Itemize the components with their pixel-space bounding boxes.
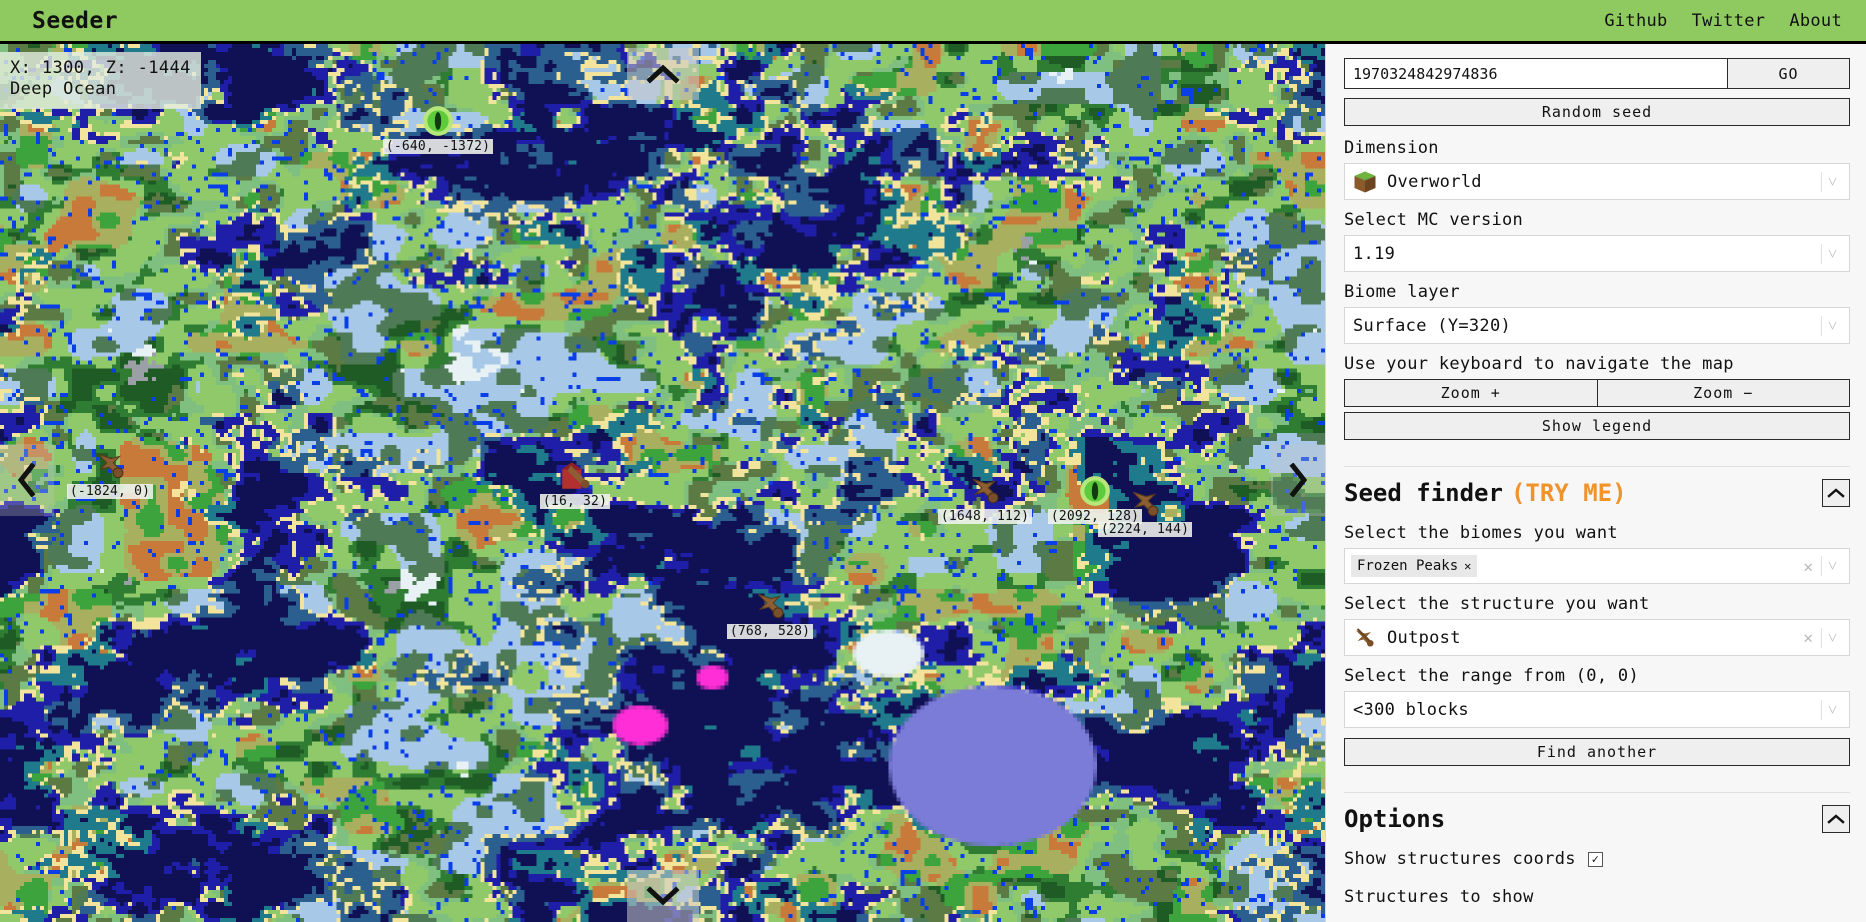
controls-sidebar[interactable]: GO Random seed Dimension Overworld ˅ Sel… bbox=[1325, 44, 1866, 922]
clear-biomes-icon[interactable]: ✕ bbox=[1801, 557, 1815, 576]
range-select[interactable]: <300 blocks ˅ bbox=[1344, 691, 1850, 728]
zoom-out-button[interactable]: Zoom − bbox=[1598, 379, 1851, 407]
random-seed-button[interactable]: Random seed bbox=[1344, 98, 1850, 126]
show-structures-coords-label: Show structures coords bbox=[1344, 849, 1576, 869]
keyboard-hint: Use your keyboard to navigate the map bbox=[1344, 354, 1850, 374]
select-divider bbox=[1821, 700, 1822, 720]
structure-label: Select the structure you want bbox=[1344, 594, 1850, 614]
biome-tag-label: Frozen Peaks bbox=[1357, 558, 1458, 574]
page-title: Seeder bbox=[32, 8, 118, 34]
clear-structure-icon[interactable]: ✕ bbox=[1801, 628, 1815, 647]
show-structures-coords-row: Show structures coords ✓ bbox=[1344, 849, 1850, 869]
biome-tag-list: Frozen Peaks ✕ bbox=[1351, 555, 1801, 577]
chevron-down-icon[interactable]: ˅ bbox=[1828, 700, 1845, 720]
dimension-select[interactable]: Overworld ˅ bbox=[1344, 163, 1850, 200]
chevron-up-icon bbox=[646, 63, 680, 85]
mc-version-select[interactable]: 1.19 ˅ bbox=[1344, 235, 1850, 272]
biome-tag[interactable]: Frozen Peaks ✕ bbox=[1351, 555, 1477, 577]
crossbow-icon bbox=[1353, 626, 1377, 650]
range-value: <300 blocks bbox=[1353, 700, 1815, 720]
map-pan-up-button[interactable] bbox=[627, 48, 699, 100]
options-title: Options bbox=[1344, 805, 1445, 833]
biomes-multiselect[interactable]: Frozen Peaks ✕ ✕ ˅ bbox=[1344, 548, 1850, 584]
dimension-value: Overworld bbox=[1387, 172, 1815, 192]
nav-link-twitter[interactable]: Twitter bbox=[1692, 11, 1766, 31]
divider bbox=[1344, 792, 1850, 793]
grass-block-icon bbox=[1353, 170, 1377, 194]
biome-layer-select[interactable]: Surface (Y=320) ˅ bbox=[1344, 307, 1850, 344]
range-label: Select the range from (0, 0) bbox=[1344, 666, 1850, 686]
nav-link-about[interactable]: About bbox=[1789, 11, 1842, 31]
options-collapse-button[interactable] bbox=[1822, 805, 1850, 833]
seed-finder-hint: (TRY ME) bbox=[1511, 479, 1627, 507]
seed-finder-title: Seed finder (TRY ME) bbox=[1344, 479, 1627, 507]
seed-finder-title-text: Seed finder bbox=[1344, 479, 1503, 507]
select-divider bbox=[1821, 172, 1822, 192]
chevron-down-icon bbox=[646, 885, 680, 907]
chevron-left-icon bbox=[16, 463, 38, 497]
app-root: Seeder Github Twitter About X: 1300, Z: … bbox=[0, 0, 1866, 922]
biome-layer-label: Biome layer bbox=[1344, 282, 1850, 302]
map-pan-right-button[interactable] bbox=[1271, 444, 1325, 516]
chevron-down-icon[interactable]: ˅ bbox=[1828, 244, 1845, 264]
biomes-label: Select the biomes you want bbox=[1344, 523, 1850, 543]
mc-version-label: Select MC version bbox=[1344, 210, 1850, 230]
seed-input[interactable] bbox=[1344, 58, 1727, 89]
seed-row: GO bbox=[1344, 58, 1850, 89]
seed-finder-header: Seed finder (TRY ME) bbox=[1344, 479, 1850, 507]
app-header: Seeder Github Twitter About bbox=[0, 0, 1866, 44]
structure-value: Outpost bbox=[1387, 628, 1801, 648]
show-structures-coords-checkbox[interactable]: ✓ bbox=[1588, 852, 1603, 867]
chevron-down-icon[interactable]: ˅ bbox=[1828, 316, 1845, 336]
structure-select[interactable]: Outpost ✕ ˅ bbox=[1344, 619, 1850, 656]
find-another-button[interactable]: Find another bbox=[1344, 738, 1850, 766]
map-pan-left-button[interactable] bbox=[0, 444, 54, 516]
chevron-up-icon bbox=[1827, 813, 1845, 825]
seed-finder-collapse-button[interactable] bbox=[1822, 479, 1850, 507]
structures-to-show-label: Structures to show bbox=[1344, 887, 1850, 907]
zoom-controls: Zoom + Zoom − bbox=[1344, 379, 1850, 407]
select-divider bbox=[1821, 244, 1822, 264]
mc-version-value: 1.19 bbox=[1353, 244, 1815, 264]
biome-layer-value: Surface (Y=320) bbox=[1353, 316, 1815, 336]
biome-map[interactable]: X: 1300, Z: -1444 Deep Ocean (-640, -137… bbox=[0, 44, 1325, 922]
select-divider bbox=[1821, 316, 1822, 336]
divider bbox=[1344, 466, 1850, 467]
zoom-in-button[interactable]: Zoom + bbox=[1344, 379, 1598, 407]
go-button[interactable]: GO bbox=[1727, 58, 1850, 89]
map-pan-down-button[interactable] bbox=[627, 870, 699, 922]
chevron-down-icon[interactable]: ˅ bbox=[1828, 556, 1845, 576]
select-divider bbox=[1821, 628, 1822, 648]
chevron-down-icon[interactable]: ˅ bbox=[1828, 628, 1845, 648]
dimension-label: Dimension bbox=[1344, 138, 1850, 158]
show-legend-button[interactable]: Show legend bbox=[1344, 412, 1850, 440]
options-header: Options bbox=[1344, 805, 1850, 833]
map-canvas[interactable] bbox=[0, 44, 1325, 922]
header-nav: Github Twitter About bbox=[1604, 11, 1842, 31]
remove-tag-icon[interactable]: ✕ bbox=[1464, 559, 1471, 573]
select-divider bbox=[1821, 556, 1822, 576]
nav-link-github[interactable]: Github bbox=[1604, 11, 1667, 31]
chevron-right-icon bbox=[1287, 463, 1309, 497]
chevron-up-icon bbox=[1827, 487, 1845, 499]
chevron-down-icon[interactable]: ˅ bbox=[1828, 172, 1845, 192]
